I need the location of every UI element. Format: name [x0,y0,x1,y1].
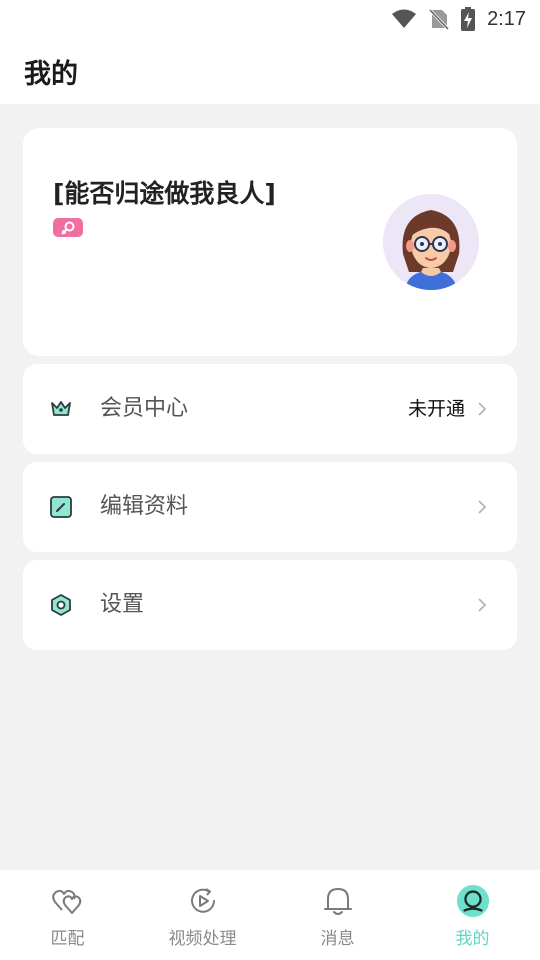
status-bar: 2:17 [0,0,540,38]
tab-match[interactable]: 匹配 [0,870,135,960]
tab-profile[interactable]: 我的 [405,870,540,960]
female-symbol-icon [61,221,75,235]
membership-status: 未开通 [407,398,465,420]
video-process-icon [190,888,215,913]
wifi-icon [392,9,417,28]
crown-icon [51,401,71,416]
tab-video-process[interactable]: 视频处理 [135,870,270,960]
battery-charging-icon [461,7,476,31]
profile-icon [456,884,489,918]
menu-item-membership[interactable]: 会员中心 未开通 [23,364,517,454]
bell-icon [323,888,352,915]
bottom-tab-bar: 匹配 视频处理 消息 我的 [0,870,540,960]
menu-label-membership: 会员中心 [100,396,189,421]
no-sim-icon [429,8,450,30]
page-header: 我的 [0,38,540,104]
edit-icon [50,496,72,518]
tab-label-match: 匹配 [50,929,85,949]
tab-label-messages: 消息 [320,929,355,949]
chevron-right-icon [478,598,487,612]
menu-label-settings: 设置 [100,592,145,617]
tab-messages[interactable]: 消息 [270,870,405,960]
settings-icon [51,594,71,616]
menu-item-edit-profile[interactable]: 编辑资料 [23,462,517,552]
avatar-illustration [383,194,479,290]
profile-nickname: [能否归途做我良人] [53,179,276,208]
status-time: 2:17 [487,7,526,30]
hearts-icon [51,889,81,914]
menu-label-edit-profile: 编辑资料 [100,494,189,519]
chevron-right-icon [478,500,487,514]
tab-label-profile: 我的 [455,929,490,949]
page-title: 我的 [24,58,78,90]
avatar[interactable] [383,194,479,290]
menu-item-settings[interactable]: 设置 [23,560,517,650]
profile-card[interactable]: [能否归途做我良人] [23,128,517,356]
chevron-right-icon [478,402,487,416]
tab-label-video-process: 视频处理 [168,929,237,949]
gender-badge [53,218,83,237]
